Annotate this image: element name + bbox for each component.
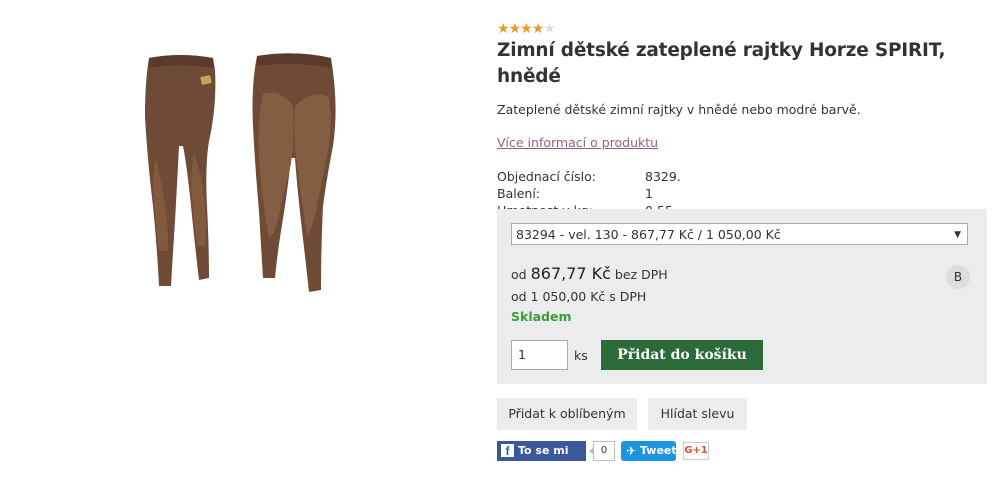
info-badge[interactable]: B (946, 265, 970, 289)
tweet-button[interactable]: ✈ Tweet (621, 441, 677, 461)
spec-row: Objednací číslo: 8329. (497, 168, 987, 185)
facebook-like-label: To se mi líbí (518, 444, 569, 477)
price-prefix: od (511, 267, 527, 282)
tweet-label: Tweet (640, 444, 677, 457)
google-plus-button[interactable]: G+1 (683, 442, 709, 460)
star-icon: ★ (520, 21, 533, 37)
facebook-icon: f (501, 444, 514, 458)
product-image[interactable] (135, 46, 345, 298)
price-net-value: 867,77 Kč (530, 264, 611, 283)
dropdown-arrow-icon: ▼ (954, 230, 961, 240)
star-empty-icon: ★ (543, 21, 556, 37)
add-to-favorites-button[interactable]: Přidat k oblíbeným (497, 398, 637, 430)
product-title: Zimní dětské zateplené rajtky Horze SPIR… (497, 40, 946, 87)
twitter-bird-icon: ✈ (626, 444, 637, 458)
price-net: od 867,77 Kč bez DPH (511, 264, 668, 283)
spec-label: Objednací číslo: (497, 169, 596, 184)
star-icon: ★ (497, 21, 510, 37)
more-info-link[interactable]: Více informací o produktu (497, 135, 658, 150)
brown-riding-tights-image (145, 53, 336, 292)
quantity-input[interactable]: 1 (511, 340, 568, 370)
price-gross: od 1 050,00 Kč s DPH (511, 289, 647, 304)
price-net-suffix: bez DPH (614, 267, 668, 282)
variant-selected-value: 83294 - vel. 130 - 867,77 Kč / 1 050,00 … (516, 227, 781, 242)
facebook-like-count: 0 (589, 441, 615, 461)
variant-select[interactable]: 83294 - vel. 130 - 867,77 Kč / 1 050,00 … (511, 223, 968, 245)
spec-label: Balení: (497, 186, 541, 201)
rating-stars[interactable]: ★★★★★ (497, 22, 987, 36)
product-info: ★★★★★ Zimní dětské zateplené rajtky Horz… (497, 22, 987, 219)
star-icon: ★ (508, 21, 522, 37)
buy-box: 83294 - vel. 130 - 867,77 Kč / 1 050,00 … (497, 209, 987, 384)
product-description: Zateplené dětské zimní rajtky v hnědé ne… (497, 102, 861, 117)
facebook-like-button[interactable]: f To se mi líbí (497, 441, 586, 477)
quantity-unit: ks (574, 348, 588, 363)
spec-row: Balení: 1 (497, 185, 987, 202)
spec-value: 8329. (645, 169, 681, 184)
watch-price-button[interactable]: Hlídat slevu (648, 398, 747, 430)
stock-status: Skladem (511, 309, 572, 324)
add-to-cart-button[interactable]: Přidat do košíku (601, 340, 763, 370)
spec-value: 1 (645, 186, 653, 201)
star-icon: ★ (531, 21, 545, 37)
